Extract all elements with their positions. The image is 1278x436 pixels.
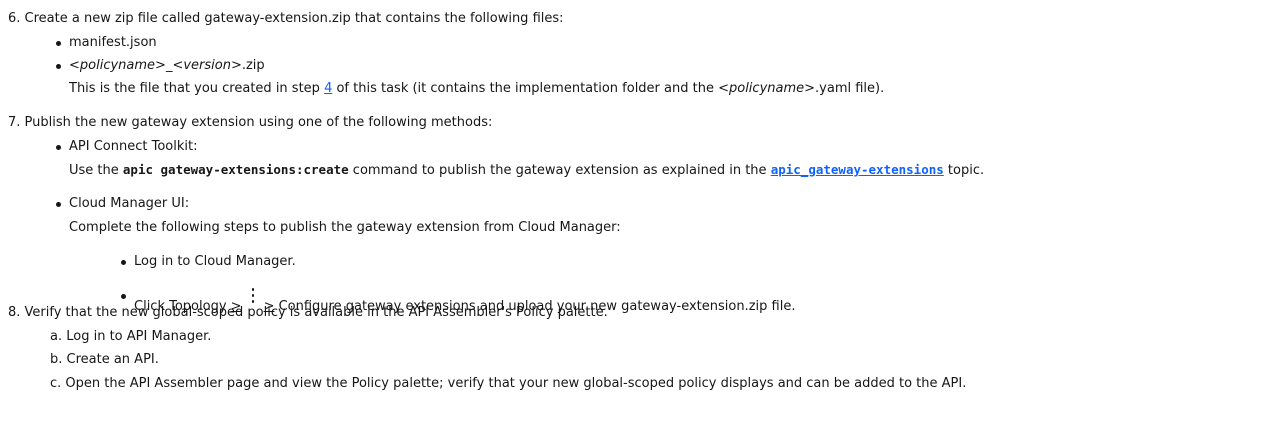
step-8c: c. Open the API Assembler page and view …	[50, 376, 967, 391]
cloud-manager-description: Complete the following steps to publish …	[69, 220, 621, 235]
version-placeholder: <version>	[172, 58, 242, 73]
desc-text-2: of this task (it contains the implementa…	[332, 81, 719, 96]
step-8-text: 8. Verify that the new global-scoped pol…	[8, 305, 608, 320]
api-connect-toolkit-label: API Connect Toolkit:	[55, 139, 198, 155]
toolkit-text-1: Use the	[69, 163, 123, 178]
apic-gateway-extensions-link[interactable]: apic_gateway-extensions	[771, 162, 944, 177]
toolkit-label-text: API Connect Toolkit:	[69, 139, 198, 154]
toolkit-description: Use the apic gateway-extensions:create c…	[69, 162, 984, 179]
toolkit-text-2: command to publish the gateway extension…	[348, 163, 771, 178]
desc-text-3: .yaml file).	[815, 81, 885, 96]
overflow-menu-vertical-icon	[249, 288, 257, 304]
zip-extension: .zip	[241, 58, 265, 73]
desc-text-1: This is the file that you created in ste…	[69, 81, 325, 96]
step-6-description: This is the file that you created in ste…	[69, 81, 884, 97]
cloud-manager-label-text: Cloud Manager UI:	[69, 196, 190, 211]
step-6-bullet-manifest: manifest.json	[56, 35, 157, 51]
step-6-text: 6. Create a new zip file called gateway-…	[8, 11, 564, 26]
cloud-manager-ui-label: Cloud Manager UI:	[55, 196, 190, 212]
step-8b: b. Create an API.	[50, 352, 159, 367]
cm-step-login: Log in to Cloud Manager.	[121, 254, 296, 270]
desc-policyname-placeholder: <policyname>	[718, 81, 816, 96]
manifest-filename: manifest.json	[69, 35, 157, 50]
step-8a: a. Log in to API Manager.	[50, 329, 212, 344]
toolkit-text-3: topic.	[943, 163, 985, 178]
apic-command: apic gateway-extensions:create	[122, 162, 349, 177]
step-6-bullet-policy-zip: <policyname>_<version>.zip	[56, 58, 265, 74]
policyname-placeholder: <policyname>	[69, 58, 166, 73]
cm-step-login-text: Log in to Cloud Manager.	[134, 254, 296, 269]
step-7-text: 7. Publish the new gateway extension usi…	[8, 115, 493, 130]
